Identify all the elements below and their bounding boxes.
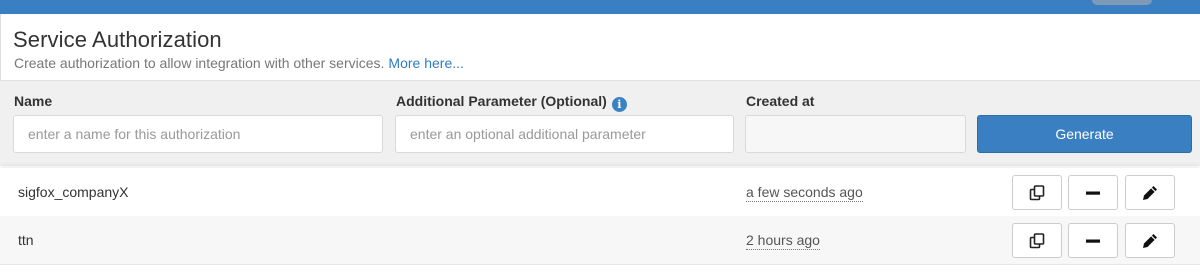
top-navbar: [0, 0, 1200, 14]
minus-icon: [1086, 191, 1100, 195]
subtitle-text: Create authorization to allow integratio…: [14, 55, 385, 71]
remove-button[interactable]: [1068, 223, 1118, 258]
generate-button[interactable]: Generate: [977, 115, 1192, 153]
pencil-icon: [1143, 233, 1157, 248]
param-column-label: Additional Parameter (Optional) i: [396, 93, 627, 112]
copy-icon: [1029, 232, 1045, 248]
authorization-name: sigfox_companyX: [18, 184, 129, 200]
info-circle-icon[interactable]: i: [611, 97, 627, 112]
user-avatar-edge[interactable]: [1092, 0, 1152, 5]
param-label-text: Additional Parameter (Optional): [396, 93, 607, 109]
additional-parameter-input[interactable]: [395, 115, 734, 153]
page-subtitle: Create authorization to allow integratio…: [14, 55, 464, 71]
authorization-name: ttn: [18, 232, 34, 248]
copy-button[interactable]: [1012, 223, 1062, 258]
created-at-field: [745, 115, 966, 153]
table-row: ttn 2 hours ago: [0, 216, 1200, 264]
remove-button[interactable]: [1068, 175, 1118, 210]
name-column-label: Name: [14, 93, 53, 109]
edit-button[interactable]: [1125, 175, 1175, 210]
pencil-icon: [1143, 185, 1157, 200]
minus-icon: [1086, 239, 1100, 243]
table-row: sigfox_companyX a few seconds ago: [0, 168, 1200, 216]
copy-icon: [1029, 184, 1045, 200]
created-column-label: Created at: [746, 93, 815, 109]
created-timestamp: 2 hours ago: [746, 232, 820, 250]
more-here-link[interactable]: More here...: [388, 55, 463, 71]
table-bottom-divider: [0, 264, 1200, 265]
copy-button[interactable]: [1012, 175, 1062, 210]
name-input[interactable]: [13, 115, 383, 153]
edit-button[interactable]: [1125, 223, 1175, 258]
page-title: Service Authorization: [13, 27, 222, 52]
created-timestamp: a few seconds ago: [746, 184, 863, 202]
